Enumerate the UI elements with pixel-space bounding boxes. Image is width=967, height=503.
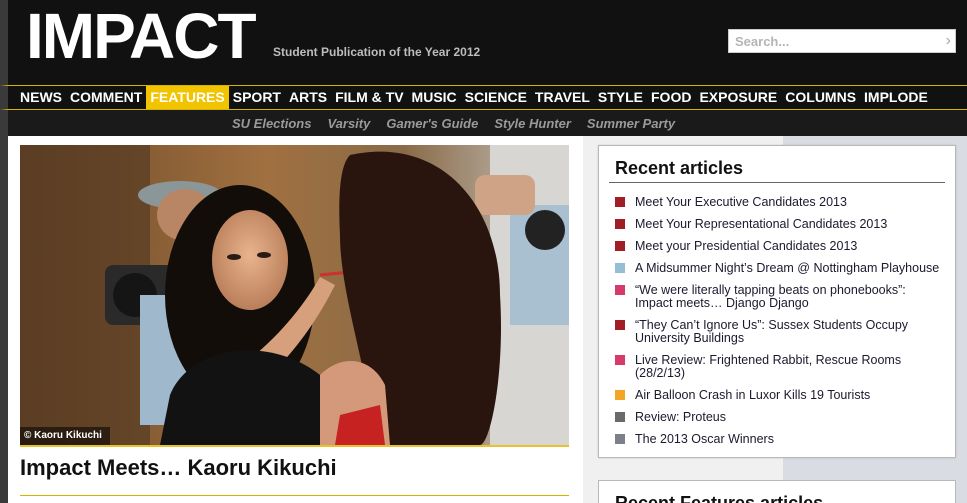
recent-article-link[interactable]: The 2013 Oscar Winners (635, 432, 774, 446)
page: IMPACT Student Publication of the Year 2… (0, 0, 967, 503)
nav-item-features[interactable]: FEATURES (146, 86, 229, 109)
recent-article-link[interactable]: “We were literally tapping beats on phon… (635, 283, 906, 310)
recent-articles-title: Recent articles (615, 158, 744, 178)
nav-item-style[interactable]: STYLE (594, 86, 647, 109)
nav-item-sport[interactable]: SPORT (229, 86, 285, 109)
nav-item-implode[interactable]: IMPLODE (860, 86, 932, 109)
recent-article-item[interactable]: Meet Your Executive Candidates 2013 (615, 196, 945, 209)
recent-article-link[interactable]: Meet Your Executive Candidates 2013 (635, 195, 847, 209)
masthead: IMPACT Student Publication of the Year 2… (0, 0, 967, 85)
category-color-icon (615, 355, 625, 365)
search-go-icon[interactable]: › (946, 31, 951, 51)
recent-features-title: Recent Features articles (615, 493, 824, 503)
category-color-icon (615, 434, 625, 444)
recent-article-link[interactable]: “They Can’t Ignore Us”: Sussex Students … (635, 318, 908, 345)
subnav-item-summer-party[interactable]: Summer Party (587, 116, 675, 131)
nav-item-exposure[interactable]: EXPOSURE (695, 86, 781, 109)
recent-article-link[interactable]: Meet your Presidential Candidates 2013 (635, 239, 857, 253)
recent-article-item[interactable]: Air Balloon Crash in Luxor Kills 19 Tour… (615, 389, 945, 402)
recent-article-link[interactable]: Review: Proteus (635, 410, 726, 424)
category-color-icon (615, 390, 625, 400)
search-box: › (728, 29, 956, 53)
nav-item-travel[interactable]: TRAVEL (531, 86, 594, 109)
site-logo[interactable]: IMPACT (26, 0, 257, 76)
subnav-item-varsity[interactable]: Varsity (327, 116, 370, 131)
feature-headline[interactable]: Impact Meets… Kaoru Kikuchi (20, 455, 337, 481)
recent-articles-divider (609, 182, 945, 183)
search-input[interactable] (729, 30, 941, 52)
nav-item-comment[interactable]: COMMENT (66, 86, 146, 109)
feature-photo[interactable] (20, 145, 569, 447)
recent-articles-list: Meet Your Executive Candidates 2013 Meet … (615, 196, 945, 455)
nav-item-music[interactable]: MUSIC (408, 86, 461, 109)
subnav-item-su-elections[interactable]: SU Elections (232, 116, 311, 131)
subnav-item-gamer-s-guide[interactable]: Gamer's Guide (386, 116, 478, 131)
category-color-icon (615, 197, 625, 207)
recent-article-item[interactable]: Meet your Presidential Candidates 2013 (615, 240, 945, 253)
subnav-item-style-hunter[interactable]: Style Hunter (494, 116, 571, 131)
category-color-icon (615, 412, 625, 422)
sub-nav: SU Elections Varsity Gamer's Guide Style Hu… (0, 110, 967, 136)
category-color-icon (615, 285, 625, 295)
nav-item-film-tv[interactable]: FILM & TV (331, 86, 407, 109)
recent-article-item[interactable]: The 2013 Oscar Winners (615, 433, 945, 446)
nav-item-food[interactable]: FOOD (647, 86, 695, 109)
nav-item-columns[interactable]: COLUMNS (781, 86, 860, 109)
recent-article-item[interactable]: A Midsummer Night’s Dream @ Nottingham P… (615, 262, 945, 275)
recent-article-item[interactable]: Meet Your Representational Candidates 20… (615, 218, 945, 231)
recent-article-item[interactable]: Review: Proteus (615, 411, 945, 424)
recent-article-link[interactable]: A Midsummer Night’s Dream @ Nottingham P… (635, 261, 939, 275)
recent-articles-widget: Recent articles Meet Your Executive Cand… (598, 145, 956, 458)
photo-credit: © Kaoru Kikuchi (20, 427, 110, 445)
category-color-icon (615, 263, 625, 273)
category-color-icon (615, 219, 625, 229)
recent-article-item[interactable]: “We were literally tapping beats on phon… (615, 284, 945, 310)
headline-divider (20, 495, 569, 496)
site-tagline: Student Publication of the Year 2012 (273, 45, 481, 59)
main-nav: NEWS COMMENT FEATURES SPORT ARTS FILM & TV MUS… (0, 85, 967, 110)
recent-features-widget: Recent Features articles (598, 480, 956, 503)
nav-item-arts[interactable]: ARTS (285, 86, 331, 109)
nav-item-science[interactable]: SCIENCE (461, 86, 531, 109)
nav-item-news[interactable]: NEWS (16, 86, 66, 109)
feature-photo-illustration (20, 145, 569, 445)
recent-article-item[interactable]: Live Review: Frightened Rabbit, Rescue R… (615, 354, 945, 380)
category-color-icon (615, 320, 625, 330)
recent-article-link[interactable]: Air Balloon Crash in Luxor Kills 19 Tour… (635, 388, 870, 402)
recent-article-item[interactable]: “They Can’t Ignore Us”: Sussex Students … (615, 319, 945, 345)
left-rail (0, 136, 8, 503)
recent-article-link[interactable]: Live Review: Frightened Rabbit, Rescue R… (635, 353, 901, 380)
recent-article-link[interactable]: Meet Your Representational Candidates 20… (635, 217, 887, 231)
category-color-icon (615, 241, 625, 251)
